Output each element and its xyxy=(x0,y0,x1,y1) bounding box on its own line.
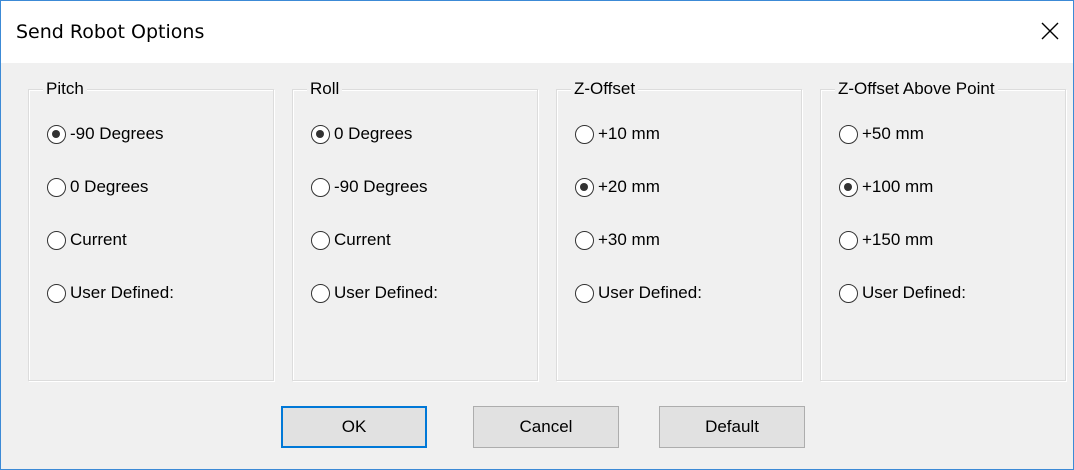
roll-option-0[interactable]: 0 Degrees xyxy=(311,122,412,146)
z-offset-above-point-group: Z-Offset Above Point +50 mm +100 mm +150… xyxy=(820,79,1066,381)
z-offset-group-label: Z-Offset xyxy=(571,79,639,99)
roll-option-minus-90[interactable]: -90 Degrees xyxy=(311,175,428,199)
radio-label: 0 Degrees xyxy=(334,124,413,143)
radio-label: +20 mm xyxy=(598,177,660,196)
send-robot-options-dialog: Send Robot Options Pitch -90 Degrees 0 D… xyxy=(0,0,1074,470)
radio-label: +100 mm xyxy=(862,177,934,196)
pitch-option-current[interactable]: Current xyxy=(47,228,127,252)
title-bar: Send Robot Options xyxy=(1,1,1073,63)
radio-button[interactable] xyxy=(575,177,594,197)
radio-button[interactable] xyxy=(839,177,858,197)
pitch-group-label: Pitch xyxy=(43,79,87,99)
radio-button[interactable] xyxy=(311,177,330,197)
radio-label: User Defined: xyxy=(70,283,174,302)
z-offset-above-point-group-label: Z-Offset Above Point xyxy=(835,79,998,99)
roll-group: Roll 0 Degrees -90 Degrees Current User … xyxy=(292,79,538,381)
radio-button[interactable] xyxy=(311,283,330,303)
radio-button[interactable] xyxy=(311,230,330,250)
above-point-option-100[interactable]: +100 mm xyxy=(839,175,933,199)
pitch-option-minus-90[interactable]: -90 Degrees xyxy=(47,122,164,146)
radio-button[interactable] xyxy=(47,283,66,303)
radio-label: User Defined: xyxy=(862,283,966,302)
radio-button[interactable] xyxy=(839,230,858,250)
radio-button[interactable] xyxy=(839,124,858,144)
radio-label: User Defined: xyxy=(598,283,702,302)
radio-label: +50 mm xyxy=(862,124,924,143)
cancel-button[interactable]: Cancel xyxy=(473,406,619,448)
close-button[interactable] xyxy=(1027,7,1073,57)
z-offset-option-20[interactable]: +20 mm xyxy=(575,175,660,199)
above-point-option-50[interactable]: +50 mm xyxy=(839,122,924,146)
pitch-option-0[interactable]: 0 Degrees xyxy=(47,175,148,199)
radio-button[interactable] xyxy=(575,230,594,250)
z-offset-group: Z-Offset +10 mm +20 mm +30 mm User Defin… xyxy=(556,79,802,381)
z-offset-option-user-defined[interactable]: User Defined: xyxy=(575,281,702,305)
radio-button[interactable] xyxy=(311,124,330,144)
radio-button[interactable] xyxy=(47,230,66,250)
above-point-option-user-defined[interactable]: User Defined: xyxy=(839,281,966,305)
roll-option-user-defined[interactable]: User Defined: xyxy=(311,281,438,305)
pitch-group: Pitch -90 Degrees 0 Degrees Current User… xyxy=(28,79,274,381)
radio-label: Current xyxy=(334,230,391,249)
radio-label: +10 mm xyxy=(598,124,660,143)
radio-label: -90 Degrees xyxy=(70,124,164,143)
default-button[interactable]: Default xyxy=(659,406,805,448)
radio-button[interactable] xyxy=(575,283,594,303)
dialog-title: Send Robot Options xyxy=(16,21,205,43)
radio-button[interactable] xyxy=(575,124,594,144)
pitch-option-user-defined[interactable]: User Defined: xyxy=(47,281,174,305)
radio-label: +30 mm xyxy=(598,230,660,249)
radio-label: +150 mm xyxy=(862,230,934,249)
radio-label: -90 Degrees xyxy=(334,177,428,196)
ok-button[interactable]: OK xyxy=(281,406,427,448)
roll-group-label: Roll xyxy=(307,79,343,99)
radio-button[interactable] xyxy=(47,177,66,197)
radio-label: Current xyxy=(70,230,127,249)
roll-option-current[interactable]: Current xyxy=(311,228,391,252)
radio-label: User Defined: xyxy=(334,283,438,302)
radio-button[interactable] xyxy=(47,124,66,144)
z-offset-option-10[interactable]: +10 mm xyxy=(575,122,660,146)
radio-button[interactable] xyxy=(839,283,858,303)
close-icon xyxy=(1041,22,1059,40)
z-offset-option-30[interactable]: +30 mm xyxy=(575,228,660,252)
radio-label: 0 Degrees xyxy=(70,177,149,196)
above-point-option-150[interactable]: +150 mm xyxy=(839,228,933,252)
